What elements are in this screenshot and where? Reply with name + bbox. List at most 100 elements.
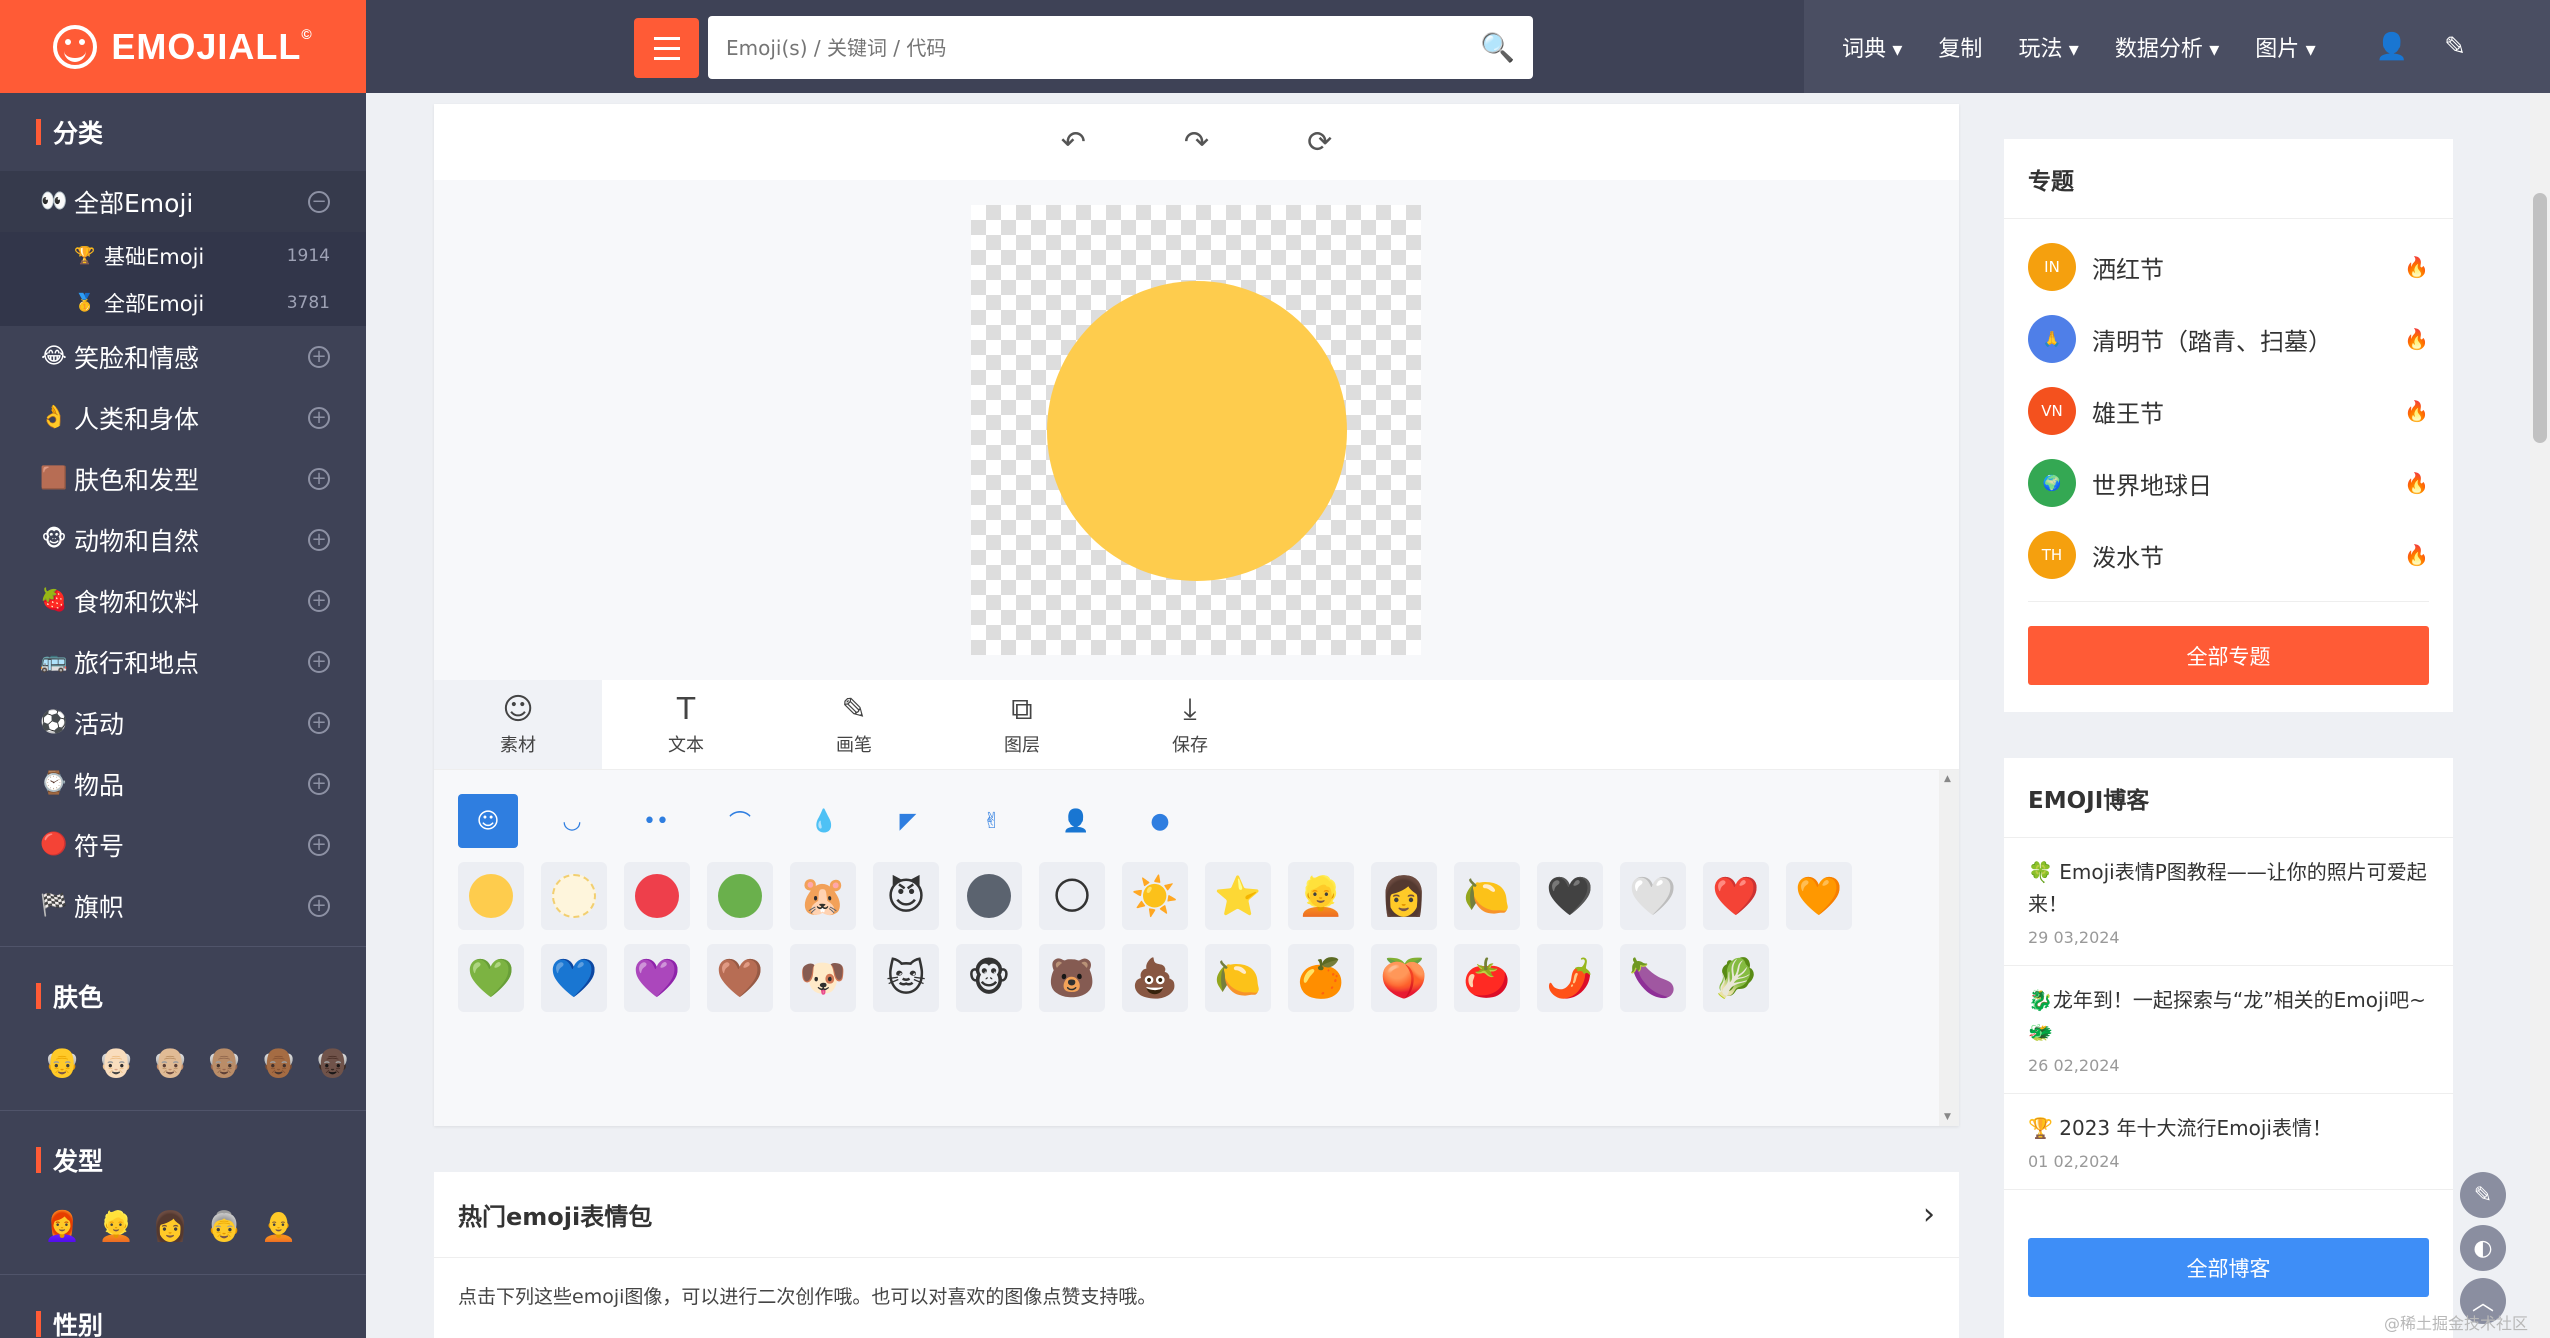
material-item[interactable]: 🤍 xyxy=(1620,862,1686,930)
expand-icon[interactable]: + xyxy=(308,833,330,856)
search-icon[interactable]: 🔍 xyxy=(1480,31,1515,64)
nav-dictionary[interactable]: 词典 xyxy=(1842,31,1902,63)
chevron-right-icon[interactable]: › xyxy=(1923,1197,1935,1232)
all-topics-button[interactable]: 全部专题 xyxy=(2028,626,2429,685)
nav-play[interactable]: 玩法 xyxy=(2018,31,2078,63)
emoji-canvas[interactable] xyxy=(971,205,1421,655)
material-item[interactable]: 🖤 xyxy=(1537,862,1603,930)
material-item[interactable]: 😈 xyxy=(873,862,939,930)
topic-item[interactable]: IN 洒红节 🔥 xyxy=(2004,231,2453,303)
expand-icon[interactable]: + xyxy=(308,467,330,490)
expand-icon[interactable]: + xyxy=(308,711,330,734)
material-item[interactable]: 👱 xyxy=(1288,862,1354,930)
sub-item-all-emoji[interactable]: 🥇 全部Emoji 3781 xyxy=(0,279,366,326)
expand-icon[interactable]: + xyxy=(308,406,330,429)
hair-style-option[interactable]: 👱 xyxy=(98,1209,134,1244)
expand-icon[interactable]: + xyxy=(308,894,330,917)
edit-icon[interactable]: ✎ xyxy=(2444,32,2466,62)
skin-tone-option[interactable]: 👴🏾 xyxy=(260,1045,296,1080)
material-item[interactable]: ☀️ xyxy=(1122,862,1188,930)
base-face-layer[interactable] xyxy=(1047,281,1347,581)
material-item[interactable]: ⭐ xyxy=(1205,862,1271,930)
category-all-emoji[interactable]: 👀 全部Emoji − xyxy=(0,171,366,232)
topic-item[interactable]: TH 泼水节 🔥 xyxy=(2004,519,2453,591)
tab-layer[interactable]: ⧉ 图层 xyxy=(938,680,1106,769)
panel-scrollbar[interactable] xyxy=(1939,770,1959,1126)
skin-tone-option[interactable]: 👴🏿 xyxy=(315,1045,351,1080)
tab-brush[interactable]: ✎ 画笔 xyxy=(770,680,938,769)
material-item[interactable]: 🍋 xyxy=(1205,944,1271,1012)
part-category-icon[interactable]: •• xyxy=(626,794,686,848)
nav-analytics[interactable]: 数据分析 xyxy=(2115,31,2219,63)
material-item[interactable]: 🤎 xyxy=(707,944,773,1012)
topic-item[interactable]: 🌍 世界地球日 🔥 xyxy=(2004,447,2453,519)
part-category-icon[interactable]: ⌒ xyxy=(710,794,770,848)
redo-icon[interactable]: ↷ xyxy=(1184,125,1209,160)
category-item[interactable]: 😂 笑脸和情感 + xyxy=(0,326,366,387)
material-item[interactable]: 🐻 xyxy=(1039,944,1105,1012)
hair-style-option[interactable]: 👩‍🦰 xyxy=(44,1209,80,1244)
logo[interactable]: EMOJIALL© xyxy=(0,0,366,93)
material-item[interactable]: 🍋 xyxy=(1454,862,1520,930)
expand-icon[interactable]: + xyxy=(308,772,330,795)
category-item[interactable]: 🏁 旗帜 + xyxy=(0,875,366,936)
category-item[interactable]: 🚌 旅行和地点 + xyxy=(0,631,366,692)
topic-item[interactable]: 🙏 清明节（踏青、扫墓） 🔥 xyxy=(2004,303,2453,375)
hair-style-option[interactable]: 👵 xyxy=(206,1209,242,1244)
skin-tone-option[interactable]: 👴 xyxy=(44,1045,80,1080)
blog-post-title[interactable]: 🏆 2023 年十大流行Emoji表情！ xyxy=(2028,1112,2429,1144)
expand-icon[interactable]: + xyxy=(308,345,330,368)
hair-style-option[interactable]: 🧑‍🦲 xyxy=(260,1209,296,1244)
category-item[interactable]: ⌚ 物品 + xyxy=(0,753,366,814)
tab-save[interactable]: ⤓ 保存 xyxy=(1106,680,1274,769)
part-category-icon[interactable]: 👤 xyxy=(1046,794,1106,848)
material-item[interactable]: 🧡 xyxy=(1786,862,1852,930)
material-item[interactable] xyxy=(624,862,690,930)
skin-tone-option[interactable]: 👴🏽 xyxy=(206,1045,242,1080)
part-category-icon[interactable]: ✌ xyxy=(962,794,1022,848)
material-item[interactable]: 🐶 xyxy=(790,944,856,1012)
category-item[interactable]: 🐵 动物和自然 + xyxy=(0,509,366,570)
all-blogs-button[interactable]: 全部博客 xyxy=(2028,1238,2429,1297)
material-item[interactable]: 🥬 xyxy=(1703,944,1769,1012)
material-item[interactable]: 🍆 xyxy=(1620,944,1686,1012)
material-item[interactable]: 👩 xyxy=(1371,862,1437,930)
expand-icon[interactable]: + xyxy=(308,650,330,673)
material-item[interactable]: 🐵 xyxy=(956,944,1022,1012)
material-item[interactable]: 🐹 xyxy=(790,862,856,930)
hot-packs-header[interactable]: 热门emoji表情包 › xyxy=(434,1172,1959,1258)
sub-item-basic-emoji[interactable]: 🏆 基础Emoji 1914 xyxy=(0,232,366,279)
category-item[interactable]: ⚽ 活动 + xyxy=(0,692,366,753)
blog-post-title[interactable]: 🍀 Emoji表情P图教程——让你的照片可爱起来！ xyxy=(2028,856,2429,920)
undo-icon[interactable]: ↶ xyxy=(1061,125,1086,160)
skin-tone-option[interactable]: 👴🏻 xyxy=(98,1045,134,1080)
user-icon[interactable]: 👤 xyxy=(2376,32,2408,62)
blog-post[interactable]: 🍀 Emoji表情P图教程——让你的照片可爱起来！ 29 03,2024 xyxy=(2004,838,2453,966)
part-category-icon[interactable]: ● xyxy=(1130,794,1190,848)
material-item[interactable] xyxy=(956,862,1022,930)
category-item[interactable]: 👌 人类和身体 + xyxy=(0,387,366,448)
blog-post[interactable]: 🏆 2023 年十大流行Emoji表情！ 01 02,2024 xyxy=(2004,1094,2453,1190)
part-category-icon[interactable]: 💧 xyxy=(794,794,854,848)
material-item[interactable]: ❤️ xyxy=(1703,862,1769,930)
float-edit-icon[interactable]: ✎ xyxy=(2460,1172,2506,1218)
material-item[interactable]: 🍅 xyxy=(1454,944,1520,1012)
part-category-icon[interactable]: ◤ xyxy=(878,794,938,848)
material-item[interactable]: 🌕 xyxy=(1039,862,1105,930)
blog-post-title[interactable]: 🐉龙年到！一起探索与“龙”相关的Emoji吧~🐲 xyxy=(2028,984,2429,1048)
material-item[interactable]: 💚 xyxy=(458,944,524,1012)
material-item[interactable]: 🐱 xyxy=(873,944,939,1012)
material-item[interactable] xyxy=(458,862,524,930)
scrollbar-thumb[interactable] xyxy=(2533,193,2547,443)
material-item[interactable]: 🌶️ xyxy=(1537,944,1603,1012)
category-item[interactable]: 🟫 肤色和发型 + xyxy=(0,448,366,509)
material-item[interactable] xyxy=(707,862,773,930)
material-item[interactable]: 💙 xyxy=(541,944,607,1012)
tab-material[interactable]: ☺ 素材 xyxy=(434,680,602,769)
nav-images[interactable]: 图片 xyxy=(2255,31,2315,63)
search-input[interactable] xyxy=(726,35,1481,60)
part-category-icon[interactable]: ◡ xyxy=(542,794,602,848)
material-item[interactable]: 🍊 xyxy=(1288,944,1354,1012)
nav-copy[interactable]: 复制 xyxy=(1938,31,1982,63)
filter-button[interactable] xyxy=(634,18,699,78)
